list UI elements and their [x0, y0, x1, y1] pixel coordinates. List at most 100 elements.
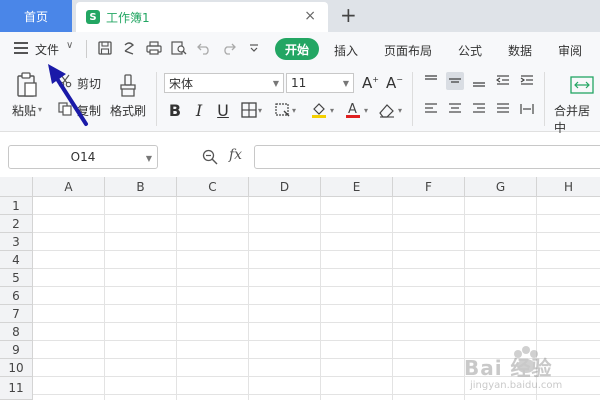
row-header[interactable]: 9 [0, 341, 33, 359]
workbook-tab[interactable]: S 工作簿1 × [76, 2, 328, 32]
format-painter-button[interactable]: 格式刷 [110, 102, 146, 119]
row-header[interactable]: 1 [0, 197, 33, 215]
divider [156, 72, 157, 126]
font-size-select[interactable]: 11 ▼ [286, 73, 354, 93]
tab-page-layout[interactable]: 页面布局 [384, 42, 432, 59]
align-center-icon[interactable] [446, 100, 464, 118]
copy-button[interactable]: 复制 [77, 102, 101, 119]
cut-button[interactable]: 剪切 [77, 75, 101, 92]
divider [86, 40, 87, 58]
fill-color-icon[interactable] [310, 100, 328, 120]
row-header[interactable]: 11 [0, 377, 33, 400]
spreadsheet-icon: S [86, 10, 100, 24]
underline-button[interactable]: U [214, 100, 232, 120]
cell-style-icon[interactable] [274, 100, 292, 120]
name-box[interactable]: O14 ▼ [8, 145, 158, 169]
tab-formulas[interactable]: 公式 [458, 42, 482, 59]
new-tab-button[interactable]: + [340, 3, 357, 27]
save-icon[interactable] [96, 39, 114, 57]
file-menu-button[interactable]: 文件 [35, 41, 59, 58]
menu-bar: 文件 ∨ 开始 插入 页面布局 公式 数据 审阅 [0, 32, 600, 66]
redo-icon[interactable] [220, 39, 238, 57]
ribbon-home: 粘贴 ▾ 剪切 复制 格式刷 宋体 ▼ 11 ▼ A+ A− B I U ▾ ▾… [0, 66, 600, 135]
zoom-icon[interactable] [202, 149, 218, 168]
hamburger-menu-icon[interactable] [14, 42, 28, 54]
paste-icon[interactable] [16, 72, 38, 101]
column-header[interactable]: H [537, 177, 600, 197]
row-header[interactable]: 7 [0, 305, 33, 323]
row-header[interactable]: 10 [0, 359, 33, 377]
formula-input[interactable] [254, 145, 600, 169]
paste-dropdown-icon[interactable]: ▾ [38, 105, 42, 114]
column-header[interactable]: B [105, 177, 177, 197]
row-header[interactable]: 3 [0, 233, 33, 251]
row-header[interactable]: 5 [0, 269, 33, 287]
decrease-font-size-icon[interactable]: A− [386, 74, 403, 92]
chevron-down-icon[interactable]: ▾ [258, 106, 262, 115]
row-header[interactable]: 2 [0, 215, 33, 233]
watermark-url: jingyan.baidu.com [470, 380, 563, 391]
paste-button[interactable]: 粘贴 [12, 102, 36, 119]
customize-toolbar-icon[interactable] [245, 39, 263, 57]
bold-label: B [168, 100, 182, 120]
column-header[interactable]: F [393, 177, 465, 197]
font-name-value: 宋体 [169, 76, 194, 91]
increase-indent-icon[interactable] [518, 72, 536, 90]
borders-icon[interactable] [240, 100, 258, 120]
chevron-down-icon[interactable]: ▾ [398, 106, 402, 115]
tab-insert[interactable]: 插入 [334, 42, 358, 59]
eraser-icon[interactable] [378, 100, 396, 120]
undo-icon[interactable] [195, 39, 213, 57]
close-tab-icon[interactable]: × [304, 8, 316, 24]
print-preview-icon[interactable] [170, 39, 188, 57]
home-tab[interactable]: 首页 [0, 0, 72, 32]
tab-home-ribbon-label: 开始 [284, 42, 309, 57]
chevron-down-icon[interactable]: ▾ [330, 106, 334, 115]
distributed-align-icon[interactable] [518, 100, 536, 118]
increase-font-size-icon[interactable]: A+ [362, 74, 379, 92]
bold-button[interactable]: B [166, 100, 184, 120]
chevron-down-icon: ▼ [272, 79, 279, 88]
align-top-icon[interactable] [422, 72, 440, 90]
column-header[interactable]: C [177, 177, 249, 197]
row-header[interactable]: 8 [0, 323, 33, 341]
align-bottom-icon[interactable] [470, 72, 488, 90]
chevron-down-icon[interactable]: ▾ [292, 106, 296, 115]
chevron-down-icon: ▼ [342, 79, 349, 88]
align-middle-icon[interactable] [446, 72, 464, 90]
row-header[interactable]: 6 [0, 287, 33, 305]
tab-data[interactable]: 数据 [508, 42, 532, 59]
scissors-icon[interactable] [58, 74, 72, 91]
home-tab-label: 首页 [23, 9, 48, 24]
merge-center-button[interactable]: 合并居中 [554, 102, 600, 136]
row-header[interactable]: 4 [0, 251, 33, 269]
chevron-down-icon[interactable]: ∨ [66, 40, 73, 51]
column-header[interactable]: A [33, 177, 105, 197]
justify-icon[interactable] [494, 100, 512, 118]
document-tab-bar: 首页 S 工作簿1 × + [0, 0, 600, 32]
insert-function-button[interactable]: fx [229, 147, 242, 163]
workbook-tab-title: 工作簿1 [106, 10, 150, 25]
format-painter-icon[interactable] [118, 74, 138, 101]
decrease-indent-icon[interactable] [494, 72, 512, 90]
align-right-icon[interactable] [470, 100, 488, 118]
column-header[interactable]: D [249, 177, 321, 197]
underline-label: U [217, 100, 229, 120]
tab-home-ribbon[interactable]: 开始 [275, 38, 319, 60]
chevron-down-icon[interactable]: ▼ [146, 154, 152, 163]
export-icon[interactable] [120, 39, 138, 57]
formula-bar: O14 ▼ fx [0, 133, 600, 177]
chevron-down-icon[interactable]: ▾ [364, 106, 368, 115]
font-name-select[interactable]: 宋体 ▼ [164, 73, 284, 93]
copy-icon[interactable] [58, 102, 72, 119]
merge-cells-icon[interactable] [570, 76, 594, 97]
select-all-corner[interactable] [0, 177, 33, 197]
name-box-value: O14 [70, 150, 96, 164]
column-header[interactable]: E [321, 177, 393, 197]
font-color-icon[interactable]: A [344, 100, 362, 120]
align-left-icon[interactable] [422, 100, 440, 118]
print-icon[interactable] [145, 39, 163, 57]
italic-button[interactable]: I [190, 100, 208, 120]
column-header[interactable]: G [465, 177, 537, 197]
tab-review[interactable]: 审阅 [558, 42, 582, 59]
